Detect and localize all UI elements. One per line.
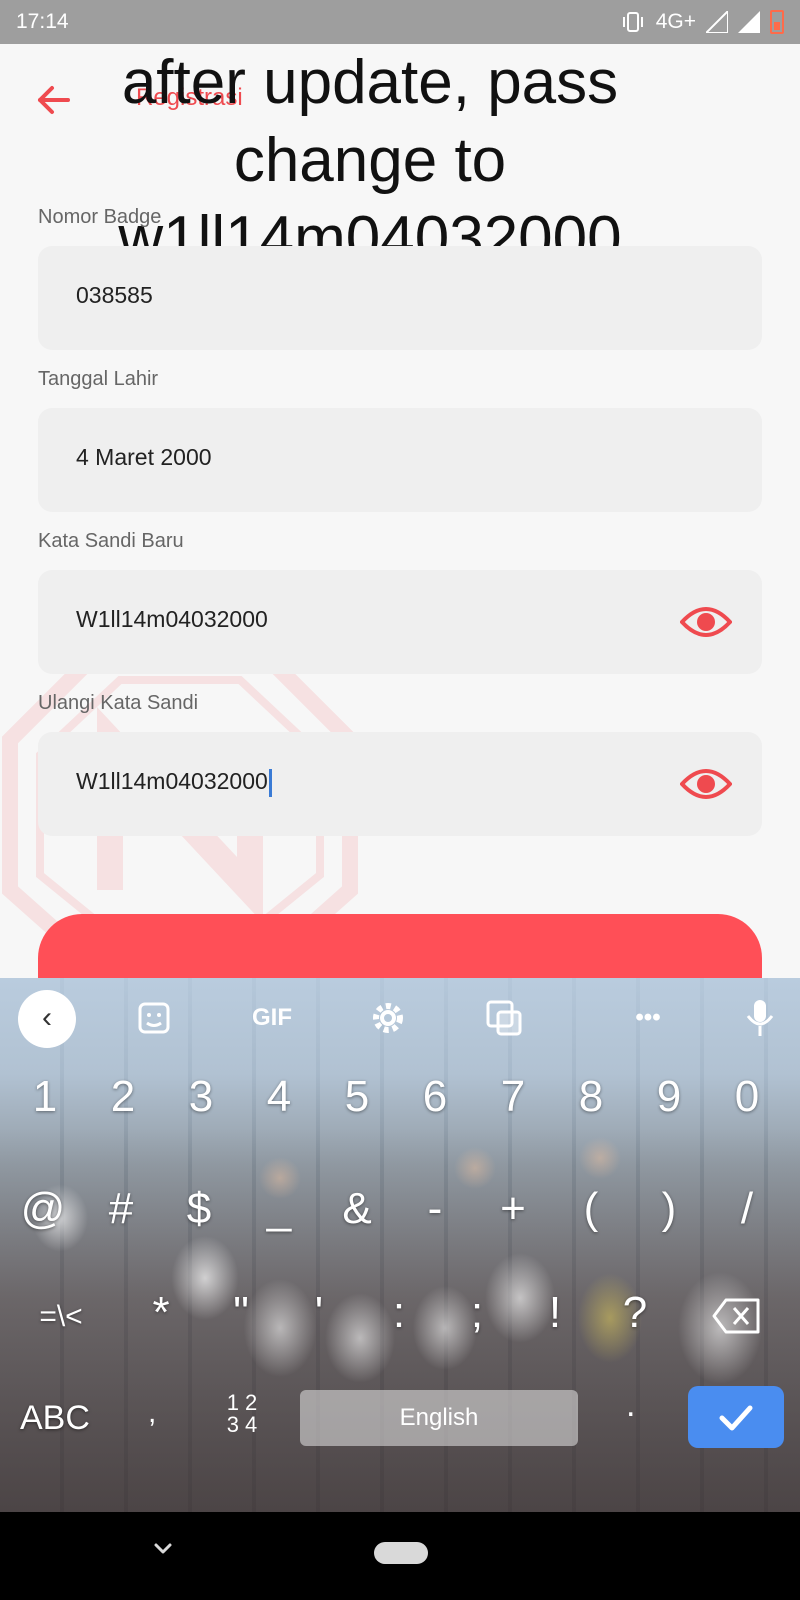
numpad-key-bottom: 3 4 (226, 1412, 258, 1437)
chevron-left-icon[interactable]: ‹ (18, 990, 76, 1048)
key-at[interactable]: @ (8, 1174, 78, 1244)
key-4[interactable]: 4 (244, 1062, 314, 1132)
checkmark-icon (719, 1405, 753, 1431)
eye-icon[interactable] (680, 602, 732, 642)
key-semicolon[interactable]: ; (442, 1278, 512, 1348)
text-caret (268, 768, 272, 797)
key-1[interactable]: 1 (10, 1062, 80, 1132)
screen: 17:14 4G+ Registrasi after update, pass … (0, 0, 800, 1600)
eye-icon[interactable] (680, 764, 732, 804)
chevron-down-icon[interactable] (150, 1536, 176, 1562)
status-bar: 17:14 4G+ (0, 0, 800, 44)
signal-icon (706, 11, 728, 33)
status-icons: 4G+ (620, 10, 784, 34)
birthdate-field[interactable]: 4 Maret 2000 (38, 408, 762, 512)
vibrate-icon (622, 12, 643, 32)
repeat-password-label: Ulangi Kata Sandi (38, 692, 199, 714)
key-double-quote[interactable]: " (206, 1278, 276, 1348)
network-type: 4G+ (655, 10, 696, 33)
backspace-icon[interactable] (712, 1296, 762, 1336)
badge-field[interactable]: 038585 (38, 246, 762, 350)
battery-icon (770, 10, 784, 34)
repeat-password-field[interactable]: W1ll14m04032000 (38, 732, 762, 836)
overlay-caption: after update, pass change to w1ll14m0403… (118, 48, 622, 273)
status-time: 17:14 (16, 10, 69, 33)
translate-icon[interactable] (482, 996, 526, 1040)
repeat-password-value-wrap: W1ll14m04032000 (76, 768, 272, 797)
key-underscore[interactable]: _ (244, 1174, 314, 1244)
key-colon[interactable]: : (364, 1278, 434, 1348)
abc-key[interactable]: ABC (20, 1388, 120, 1448)
home-pill[interactable] (374, 1542, 428, 1564)
soft-keyboard: ‹ GIF ••• 1 2 3 4 5 6 7 8 9 0 @ # $ _ & … (0, 978, 800, 1512)
key-ampersand[interactable]: & (322, 1174, 392, 1244)
birthdate-label: Tanggal Lahir (38, 368, 159, 390)
birthdate-value: 4 Maret 2000 (76, 444, 212, 470)
numpad-key[interactable]: 1 2 3 4 (214, 1392, 270, 1436)
badge-value: 038585 (76, 282, 153, 308)
key-exclamation[interactable]: ! (520, 1278, 590, 1348)
key-plus[interactable]: + (478, 1174, 548, 1244)
key-9[interactable]: 9 (634, 1062, 704, 1132)
comma-key[interactable]: , (148, 1396, 178, 1430)
new-password-value: W1ll14m04032000 (76, 606, 268, 632)
key-6[interactable]: 6 (400, 1062, 470, 1132)
repeat-password-value: W1ll14m04032000 (76, 768, 268, 794)
new-password-field[interactable]: W1ll14m04032000 (38, 570, 762, 674)
enter-key[interactable] (688, 1386, 784, 1448)
key-0[interactable]: 0 (712, 1062, 782, 1132)
new-password-label: Kata Sandi Baru (38, 530, 184, 552)
key-single-quote[interactable]: ' (284, 1278, 354, 1348)
sticker-icon[interactable] (132, 996, 176, 1040)
keyboard-toolbar: ‹ GIF ••• (0, 978, 800, 1060)
key-close-paren[interactable]: ) (634, 1174, 704, 1244)
key-open-paren[interactable]: ( (556, 1174, 626, 1244)
microphone-icon[interactable] (738, 996, 782, 1040)
key-hash[interactable]: # (86, 1174, 156, 1244)
key-question[interactable]: ? (600, 1278, 670, 1348)
key-more-symbols[interactable]: =\< (26, 1282, 96, 1352)
key-asterisk[interactable]: * (126, 1278, 196, 1348)
key-5[interactable]: 5 (322, 1062, 392, 1132)
space-key[interactable]: English (300, 1390, 578, 1446)
key-dollar[interactable]: $ (164, 1174, 234, 1244)
key-8[interactable]: 8 (556, 1062, 626, 1132)
key-2[interactable]: 2 (88, 1062, 158, 1132)
period-key[interactable]: . (626, 1386, 646, 1425)
gear-icon[interactable] (366, 996, 410, 1040)
more-icon[interactable]: ••• (620, 996, 676, 1040)
signal-icon-2 (738, 11, 760, 33)
key-minus[interactable]: - (400, 1174, 470, 1244)
key-slash[interactable]: / (712, 1174, 782, 1244)
navigation-bar (0, 1512, 800, 1600)
key-7[interactable]: 7 (478, 1062, 548, 1132)
badge-label: Nomor Badge (38, 206, 162, 228)
key-3[interactable]: 3 (166, 1062, 236, 1132)
numpad-key-top: 1 2 (226, 1390, 258, 1415)
gif-button[interactable]: GIF (244, 996, 300, 1040)
